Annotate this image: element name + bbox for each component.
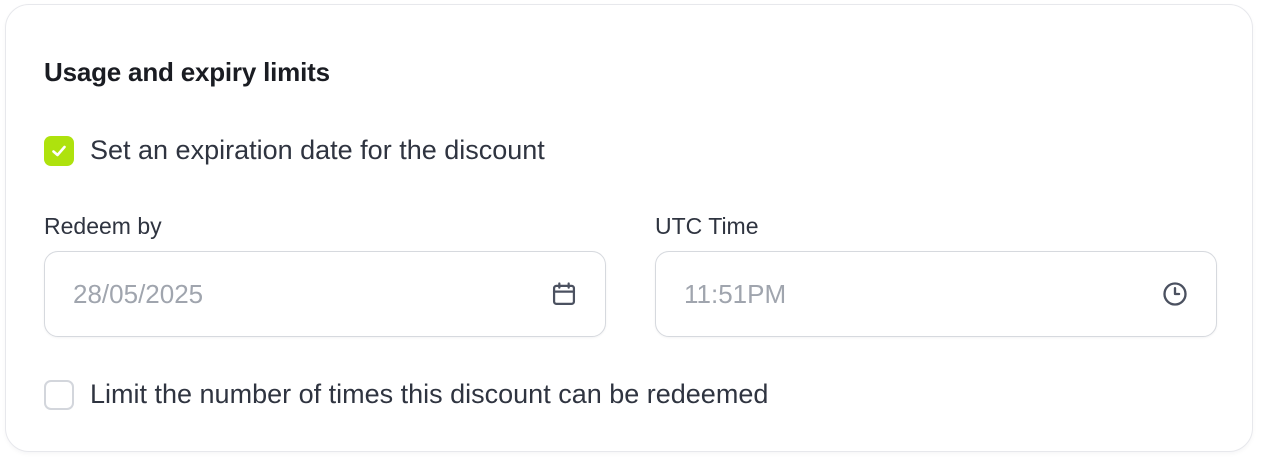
- redeem-by-value: 28/05/2025: [73, 278, 204, 309]
- expiration-date-checkbox[interactable]: [44, 135, 74, 166]
- utc-time-input[interactable]: 11:51PM: [655, 251, 1217, 337]
- calendar-icon[interactable]: [549, 279, 579, 309]
- limit-redemptions-checkbox[interactable]: [44, 379, 74, 410]
- redeem-by-date-input[interactable]: 28/05/2025: [44, 251, 606, 337]
- clock-icon[interactable]: [1160, 279, 1190, 309]
- check-icon: [52, 145, 66, 156]
- expiration-date-label: Set an expiration date for the discount: [90, 135, 545, 165]
- redeem-by-label: Redeem by: [44, 213, 162, 239]
- limit-redemptions-option[interactable]: Limit the number of times this discount …: [44, 379, 768, 410]
- utc-time-value: 11:51PM: [684, 278, 787, 309]
- expiration-date-option[interactable]: Set an expiration date for the discount: [44, 135, 545, 166]
- usage-expiry-card: Usage and expiry limits Set an expiratio…: [5, 4, 1253, 452]
- utc-time-label: UTC Time: [655, 213, 759, 239]
- section-title: Usage and expiry limits: [44, 57, 330, 87]
- limit-redemptions-label: Limit the number of times this discount …: [90, 379, 769, 409]
